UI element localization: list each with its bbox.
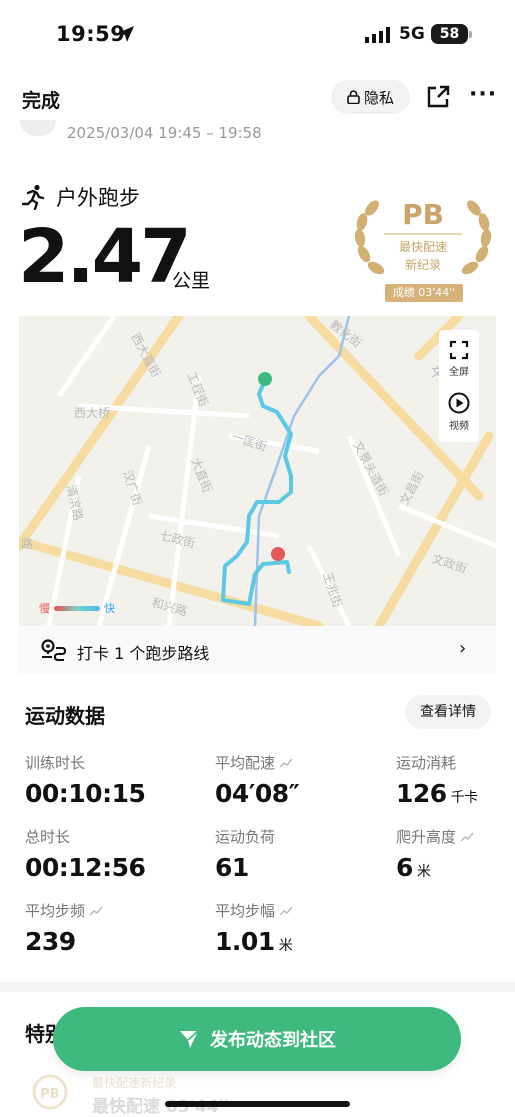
map-label: 西大桥 xyxy=(74,406,110,420)
legend-slow: 慢 xyxy=(39,602,50,615)
stat-total-duration: 总时长 00:12:56 xyxy=(25,826,146,882)
network-type: 5G xyxy=(399,24,425,44)
stat-label: 总时长 xyxy=(25,828,71,846)
map-street-labels: 西大桥 西大直街 工程街 一匡街 大直街 汉广街 清滨路 七政街 和兴路 文景头… xyxy=(21,317,469,619)
video-label: 视频 xyxy=(449,421,469,432)
map-label: 王兆街 xyxy=(320,571,344,610)
legend-gradient xyxy=(54,605,100,611)
pb-medal-icon: PB xyxy=(32,1074,68,1110)
map-background: 西大桥 西大直街 工程街 一匡街 大直街 汉广街 清滨路 七政街 和兴路 文景头… xyxy=(19,316,496,626)
map-label: 一匡街 xyxy=(230,430,269,454)
stat-value: 61 xyxy=(215,853,249,882)
video-button[interactable]: 视频 xyxy=(439,392,479,432)
fullscreen-icon xyxy=(449,340,469,360)
share-icon[interactable] xyxy=(425,84,451,110)
publish-label: 发布动态到社区 xyxy=(210,1030,336,1051)
distance-unit: 公里 xyxy=(172,270,211,292)
stat-avg-pace[interactable]: 平均配速 04′08″ xyxy=(215,752,300,808)
stat-unit: 米 xyxy=(416,864,431,880)
home-indicator[interactable] xyxy=(165,1101,350,1107)
stat-value: 6 xyxy=(396,853,413,882)
view-details-button[interactable]: 查看详情 xyxy=(405,695,491,729)
stat-value: 00:12:56 xyxy=(25,853,146,882)
fullscreen-label: 全屏 xyxy=(449,367,469,378)
legend-fast: 快 xyxy=(104,602,115,615)
stat-value: 1.01 xyxy=(215,927,275,956)
stat-training-load: 运动负荷 61 xyxy=(215,826,275,882)
stat-value: 00:10:15 xyxy=(25,779,146,808)
section-divider xyxy=(0,982,515,992)
map-label: 清滨路 xyxy=(64,484,86,522)
avatar xyxy=(20,120,56,136)
stat-unit: 千卡 xyxy=(450,790,479,806)
stat-calories: 运动消耗 126 千卡 xyxy=(396,752,478,808)
privacy-button[interactable]: 隐私 xyxy=(331,80,410,114)
checkin-row[interactable]: 打卡 1 个跑步路线 › xyxy=(19,626,496,674)
done-button[interactable]: 完成 xyxy=(22,86,60,113)
stat-unit: 米 xyxy=(278,938,293,954)
stat-avg-stride[interactable]: 平均步幅 1.01 米 xyxy=(215,900,293,956)
map-tools: 全屏 视频 xyxy=(439,330,479,442)
stats-section-title: 运动数据 xyxy=(25,704,105,728)
trend-chart-icon xyxy=(279,758,293,768)
signal-icon xyxy=(365,27,390,43)
stat-label: 平均配速 xyxy=(215,754,276,772)
pb-title: PB xyxy=(402,198,444,231)
running-icon xyxy=(22,184,45,210)
pb-line2: 新纪录 xyxy=(404,258,441,272)
map-label: 文政街 xyxy=(430,551,469,576)
chevron-right-icon: › xyxy=(459,638,467,659)
status-time: 19:59 xyxy=(56,22,126,46)
stat-label: 运动消耗 xyxy=(396,754,457,772)
pb-line1: 最快配速 xyxy=(398,240,447,254)
privacy-label: 隐私 xyxy=(363,88,394,107)
special-record-item: PB 最快配速新纪录 最快配速 03'44'' xyxy=(22,1068,322,1117)
status-bar: 19:59 5G 58 xyxy=(0,0,515,70)
sport-label: 户外跑步 xyxy=(56,186,140,210)
send-icon xyxy=(180,1030,199,1048)
lock-icon xyxy=(347,90,360,104)
route-start-marker xyxy=(258,372,272,386)
stat-label: 爬升高度 xyxy=(396,828,457,846)
trend-chart-icon xyxy=(460,832,474,842)
trend-chart-icon xyxy=(89,906,103,916)
map-label: 路 xyxy=(21,536,33,551)
stat-label: 运动负荷 xyxy=(215,828,276,846)
play-icon xyxy=(448,392,470,414)
pb-badge[interactable]: PB 最快配速 新纪录 成绩 03'44'' xyxy=(350,196,496,304)
stat-value: 04′08″ xyxy=(215,779,300,808)
stat-elevation-gain[interactable]: 爬升高度 6米 xyxy=(396,826,474,882)
route-pin-icon xyxy=(41,639,66,661)
distance-value: 2.47 xyxy=(18,214,192,300)
special-line1: 最快配速新纪录 xyxy=(92,1076,177,1090)
stat-label: 平均步幅 xyxy=(215,902,276,920)
top-navbar: 完成 隐私 ··· xyxy=(0,78,515,118)
route-end-marker xyxy=(271,547,285,561)
fullscreen-button[interactable]: 全屏 xyxy=(439,340,479,378)
battery-icon: 58 xyxy=(431,24,472,44)
trend-chart-icon xyxy=(279,906,293,916)
more-icon[interactable]: ··· xyxy=(469,82,497,107)
stat-label: 平均步频 xyxy=(25,902,86,920)
map-label: 大直街 xyxy=(188,456,214,495)
stat-value: 126 xyxy=(396,779,447,808)
checkin-label: 打卡 1 个跑步路线 xyxy=(77,644,210,663)
svg-text:PB: PB xyxy=(40,1087,59,1102)
stat-training-duration: 训练时长 00:10:15 xyxy=(25,752,146,808)
stat-avg-cadence[interactable]: 平均步频 239 xyxy=(25,900,103,956)
map-label: 工程街 xyxy=(184,370,211,409)
map-label: 文昌街 xyxy=(396,469,426,508)
publish-to-community-button[interactable]: 发布动态到社区 xyxy=(53,1007,461,1071)
location-arrow-icon xyxy=(118,26,134,42)
route-map[interactable]: 西大桥 西大直街 工程街 一匡街 大直街 汉广街 清滨路 七政街 和兴路 文景头… xyxy=(19,316,496,626)
stat-value: 239 xyxy=(25,927,76,956)
workout-datetime: 2025/03/04 19:45 – 19:58 xyxy=(67,124,262,142)
map-label: 西大直街 xyxy=(128,331,163,380)
pb-score: 成绩 03'44'' xyxy=(385,284,463,302)
pace-legend: 慢 快 xyxy=(39,600,115,616)
sport-type: 户外跑步 xyxy=(22,182,140,212)
stat-label: 训练时长 xyxy=(25,754,86,772)
